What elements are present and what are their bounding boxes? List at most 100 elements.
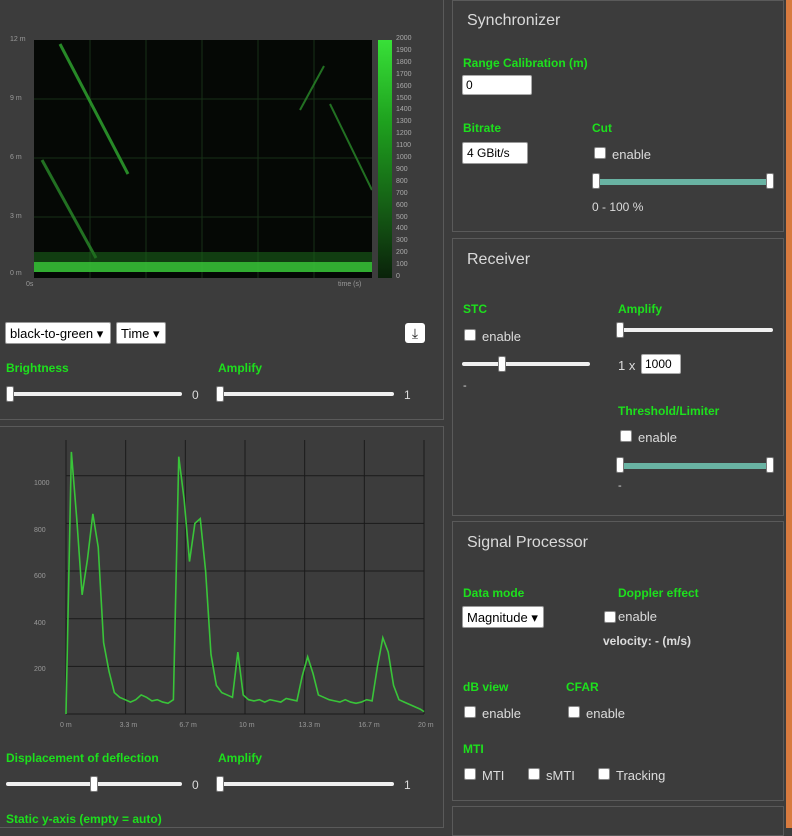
brightness-track[interactable] [6, 392, 182, 396]
displacement-slider[interactable] [90, 776, 98, 792]
waterfall-svg [34, 40, 372, 278]
db-view-label: dB view [463, 680, 509, 694]
cut-enable-label: enable [612, 147, 652, 162]
data-mode-label: Data mode [463, 586, 525, 600]
velocity-readout: velocity: - (m/s) [603, 634, 692, 648]
colorbar-label: 1800 [396, 58, 412, 66]
range-calibration-label: Range Calibration (m) [463, 56, 588, 70]
cut-enable-checkbox[interactable] [594, 147, 606, 159]
threshold-range-track[interactable] [616, 463, 774, 469]
receiver-amplify-label: Amplify [618, 302, 663, 316]
cut-high-handle[interactable] [766, 173, 774, 189]
amplify-bottom-slider[interactable] [216, 776, 224, 792]
threshold-enable-checkbox[interactable] [620, 430, 632, 442]
displacement-value: 0 [192, 778, 199, 792]
cfar-label: CFAR [566, 680, 599, 694]
amplify-top-slider[interactable] [216, 386, 224, 402]
bitrate-label: Bitrate [463, 121, 502, 135]
stc-value: - [463, 380, 467, 392]
waterfall-y-label: 9 m [10, 95, 22, 102]
displacement-label: Displacement of deflection [6, 751, 159, 765]
chart-x-label: 20 m [418, 722, 434, 729]
chart-y-label: 1000 [34, 480, 50, 487]
colorbar-label: 1600 [396, 82, 412, 90]
echo-trace [58, 43, 130, 175]
colorbar-label: 1400 [396, 106, 412, 114]
cfar-enable-label: enable [586, 706, 626, 721]
amplify-bottom-value: 1 [404, 778, 411, 792]
static-y-axis-label: Static y-axis (empty = auto) [6, 812, 162, 826]
doppler-label: Doppler effect [618, 586, 699, 600]
colorbar-label: 1100 [396, 142, 412, 150]
threshold-high-handle[interactable] [766, 457, 774, 473]
echo-trace [40, 159, 98, 259]
download-icon[interactable]: ⤓ [405, 323, 425, 343]
chart-x-label: 10 m [239, 722, 255, 729]
amplify-top-track[interactable] [216, 392, 394, 396]
colorbar-label: 1200 [396, 130, 412, 138]
waterfall-y-label: 6 m [10, 154, 22, 161]
doppler-enable-checkbox[interactable] [604, 611, 616, 623]
threshold-low-handle[interactable] [616, 457, 624, 473]
data-mode-select-value: Magnitude [467, 610, 528, 625]
bitrate-select-value: 4 GBit/s [467, 146, 510, 160]
receiver-amplify-input[interactable]: 1000 [641, 354, 681, 374]
tracking-option-label: Tracking [616, 768, 666, 783]
amplify-bottom-label: Amplify [218, 751, 263, 765]
amplify-bottom-track[interactable] [216, 782, 394, 786]
colorbar-label: 0 [396, 273, 400, 280]
smti-option-label: sMTI [546, 768, 575, 783]
colorbar-label: 1300 [396, 118, 412, 126]
db-view-enable-checkbox[interactable] [464, 706, 476, 718]
colorbar [378, 40, 392, 278]
signal-processor-title: Signal Processor [467, 534, 588, 551]
brightness-value: 0 [192, 388, 199, 402]
mti-option-label: MTI [482, 768, 505, 783]
colorbar-label: 600 [396, 201, 408, 209]
cut-range-track[interactable] [592, 179, 774, 185]
cfar-enable-checkbox[interactable] [568, 706, 580, 718]
stc-slider[interactable] [498, 356, 506, 372]
ground-band [34, 252, 372, 262]
waterfall-x-start: 0s [26, 281, 34, 288]
receiver-amplify-track[interactable] [616, 328, 773, 332]
colorbar-label: 700 [396, 189, 408, 197]
range-calibration-input[interactable]: 0 [462, 75, 532, 95]
colorbar-label: 900 [396, 165, 408, 173]
axis-select[interactable]: Time ▾ [116, 322, 166, 344]
amplify-top-value: 1 [404, 388, 411, 402]
echo-trace [329, 103, 372, 191]
stc-track[interactable] [462, 362, 590, 366]
colorbar-label: 100 [396, 261, 408, 269]
threshold-value: - [618, 480, 622, 492]
amplify-top-label: Amplify [218, 361, 263, 375]
cut-label: Cut [592, 121, 612, 135]
cut-range-value: 0 - 100 % [592, 200, 644, 214]
signal-processor-group [452, 521, 784, 801]
colorbar-label: 500 [396, 213, 408, 221]
mti-checkbox[interactable] [464, 768, 476, 780]
threshold-enable-label: enable [638, 430, 678, 445]
colormap-select[interactable]: black-to-green ▾ [5, 322, 111, 344]
waterfall-x-end: time (s) [338, 281, 362, 288]
chart-x-label: 3.3 m [119, 722, 138, 729]
receiver-amplify-prefix: 1 x [618, 358, 636, 373]
colorbar-label: 200 [396, 249, 408, 257]
bitrate-select[interactable]: 4 GBit/s [462, 142, 528, 164]
chart-x-label: 16.7 m [358, 722, 380, 729]
colorbar-label: 1000 [396, 154, 412, 161]
stc-enable-label: enable [482, 329, 522, 344]
colorbar-label: 1500 [396, 94, 412, 102]
echo-trace [299, 65, 325, 111]
colorbar-label: 2000 [396, 35, 412, 42]
colorbar-label: 400 [396, 225, 408, 233]
cut-low-handle[interactable] [592, 173, 600, 189]
synchronizer-group [452, 0, 784, 232]
data-mode-select[interactable]: Magnitude ▾ [462, 606, 544, 628]
chart-x-label: 0 m [60, 722, 72, 729]
tracking-checkbox[interactable] [598, 768, 610, 780]
stc-enable-checkbox[interactable] [464, 329, 476, 341]
receiver-amplify-slider[interactable] [616, 322, 624, 338]
brightness-slider[interactable] [6, 386, 14, 402]
smti-checkbox[interactable] [528, 768, 540, 780]
